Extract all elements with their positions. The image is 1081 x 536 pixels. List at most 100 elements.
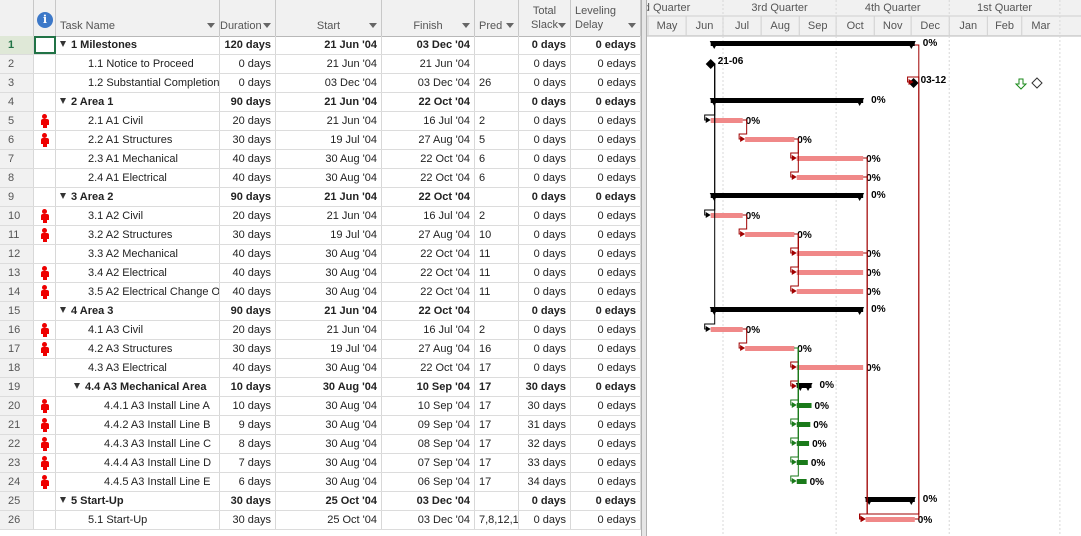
task-name-cell[interactable]: 4.4.2 A3 Install Line B (56, 416, 220, 434)
dropdown-arrow-icon[interactable] (263, 23, 271, 28)
start-cell[interactable]: 21 Jun '04 (276, 188, 382, 206)
table-row[interactable]: 20 4.4.1 A3 Install Line A 10 days 30 Aug '… (0, 397, 641, 416)
slack-cell[interactable]: 0 days (519, 359, 571, 377)
finish-cell[interactable]: 22 Oct '04 (382, 169, 475, 187)
slack-cell[interactable]: 32 days (519, 435, 571, 453)
delay-cell[interactable]: 0 edays (571, 397, 641, 415)
delay-cell[interactable]: 0 edays (571, 359, 641, 377)
pred-cell[interactable]: 17 (475, 454, 519, 472)
row-number[interactable]: 11 (0, 226, 34, 244)
pred-cell[interactable]: 17 (475, 378, 519, 396)
delay-cell[interactable]: 0 edays (571, 93, 641, 111)
slack-cell[interactable]: 0 days (519, 74, 571, 92)
slack-cell[interactable]: 34 days (519, 473, 571, 491)
duration-cell[interactable]: 120 days (220, 36, 276, 54)
duration-cell[interactable]: 40 days (220, 283, 276, 301)
collapse-toggle-icon[interactable] (74, 383, 80, 389)
start-cell[interactable]: 25 Oct '04 (276, 511, 382, 529)
delay-cell[interactable]: 0 edays (571, 435, 641, 453)
row-number[interactable]: 2 (0, 55, 34, 73)
table-row[interactable]: 9 3 Area 2 90 days 21 Jun '04 22 Oct '04 0 da… (0, 188, 641, 207)
duration-cell[interactable]: 90 days (220, 93, 276, 111)
row-number[interactable]: 24 (0, 473, 34, 491)
indicator-cell[interactable] (34, 36, 56, 54)
row-number[interactable]: 21 (0, 416, 34, 434)
pred-cell[interactable]: 17 (475, 435, 519, 453)
delay-cell[interactable]: 0 edays (571, 188, 641, 206)
delay-cell[interactable]: 0 edays (571, 226, 641, 244)
row-number[interactable]: 13 (0, 264, 34, 282)
duration-cell[interactable]: 30 days (220, 492, 276, 510)
start-cell[interactable]: 03 Dec '04 (276, 74, 382, 92)
start-cell[interactable]: 25 Oct '04 (276, 492, 382, 510)
finish-cell[interactable]: 22 Oct '04 (382, 283, 475, 301)
task-name-cell[interactable]: 3.1 A2 Civil (56, 207, 220, 225)
slack-cell[interactable]: 0 days (519, 511, 571, 529)
duration-cell[interactable]: 8 days (220, 435, 276, 453)
duration-cell[interactable]: 40 days (220, 150, 276, 168)
finish-cell[interactable]: 22 Oct '04 (382, 359, 475, 377)
delay-cell[interactable]: 0 edays (571, 321, 641, 339)
delay-cell[interactable]: 0 edays (571, 454, 641, 472)
duration-cell[interactable]: 40 days (220, 264, 276, 282)
dropdown-arrow-icon[interactable] (369, 23, 377, 28)
row-number[interactable]: 15 (0, 302, 34, 320)
duration-cell[interactable]: 90 days (220, 188, 276, 206)
delay-cell[interactable]: 0 edays (571, 378, 641, 396)
task-name-cell[interactable]: 4.2 A3 Structures (56, 340, 220, 358)
task-name-cell[interactable]: 1.1 Notice to Proceed (56, 55, 220, 73)
start-cell[interactable]: 30 Aug '04 (276, 473, 382, 491)
indicator-cell[interactable] (34, 55, 56, 73)
row-number[interactable]: 19 (0, 378, 34, 396)
slack-cell[interactable]: 0 days (519, 302, 571, 320)
duration-cell[interactable]: 40 days (220, 245, 276, 263)
duration-cell[interactable]: 20 days (220, 207, 276, 225)
delay-cell[interactable]: 0 edays (571, 264, 641, 282)
table-row[interactable]: 25 5 Start-Up 30 days 25 Oct '04 03 Dec '04 0… (0, 492, 641, 511)
indicator-cell[interactable] (34, 473, 56, 491)
finish-cell[interactable]: 03 Dec '04 (382, 511, 475, 529)
indicator-cell[interactable] (34, 207, 56, 225)
collapse-toggle-icon[interactable] (60, 98, 66, 104)
dropdown-arrow-icon[interactable] (628, 23, 636, 28)
slack-cell[interactable]: 30 days (519, 378, 571, 396)
indicator-cell[interactable] (34, 302, 56, 320)
indicator-cell[interactable] (34, 435, 56, 453)
duration-cell[interactable]: 40 days (220, 359, 276, 377)
task-name-cell[interactable]: 4.4.5 A3 Install Line E (56, 473, 220, 491)
task-name-cell[interactable]: 3.5 A2 Electrical Change O (56, 283, 220, 301)
pred-cell[interactable]: 17 (475, 416, 519, 434)
delay-cell[interactable]: 0 edays (571, 511, 641, 529)
table-row[interactable]: 15 4 Area 3 90 days 21 Jun '04 22 Oct '04 0 d… (0, 302, 641, 321)
collapse-toggle-icon[interactable] (60, 41, 66, 47)
start-cell[interactable]: 30 Aug '04 (276, 435, 382, 453)
start-cell[interactable]: 30 Aug '04 (276, 416, 382, 434)
row-number[interactable]: 6 (0, 131, 34, 149)
row-number[interactable]: 10 (0, 207, 34, 225)
pred-cell[interactable] (475, 55, 519, 73)
task-name-cell[interactable]: 1 Milestones (56, 36, 220, 54)
task-name-cell[interactable]: 4.4.3 A3 Install Line C (56, 435, 220, 453)
pred-cell[interactable]: 6 (475, 169, 519, 187)
finish-cell[interactable]: 06 Sep '04 (382, 473, 475, 491)
task-name-cell[interactable]: 4 Area 3 (56, 302, 220, 320)
start-cell[interactable]: 30 Aug '04 (276, 359, 382, 377)
finish-cell[interactable]: 07 Sep '04 (382, 454, 475, 472)
table-row[interactable]: 18 4.3 A3 Electrical 40 days 30 Aug '04 22 O… (0, 359, 641, 378)
delay-cell[interactable]: 0 edays (571, 283, 641, 301)
indicator-cell[interactable] (34, 131, 56, 149)
pred-cell[interactable]: 2 (475, 321, 519, 339)
header-indicators[interactable]: i (34, 0, 56, 36)
task-name-cell[interactable]: 3.2 A2 Structures (56, 226, 220, 244)
duration-cell[interactable]: 40 days (220, 169, 276, 187)
finish-cell[interactable]: 21 Jun '04 (382, 55, 475, 73)
header-row-number[interactable] (0, 0, 34, 36)
row-number[interactable]: 25 (0, 492, 34, 510)
task-name-cell[interactable]: 4.4.1 A3 Install Line A (56, 397, 220, 415)
indicator-cell[interactable] (34, 169, 56, 187)
table-row[interactable]: 22 4.4.3 A3 Install Line C 8 days 30 Aug '0… (0, 435, 641, 454)
slack-cell[interactable]: 0 days (519, 245, 571, 263)
start-cell[interactable]: 21 Jun '04 (276, 207, 382, 225)
duration-cell[interactable]: 0 days (220, 74, 276, 92)
indicator-cell[interactable] (34, 511, 56, 529)
